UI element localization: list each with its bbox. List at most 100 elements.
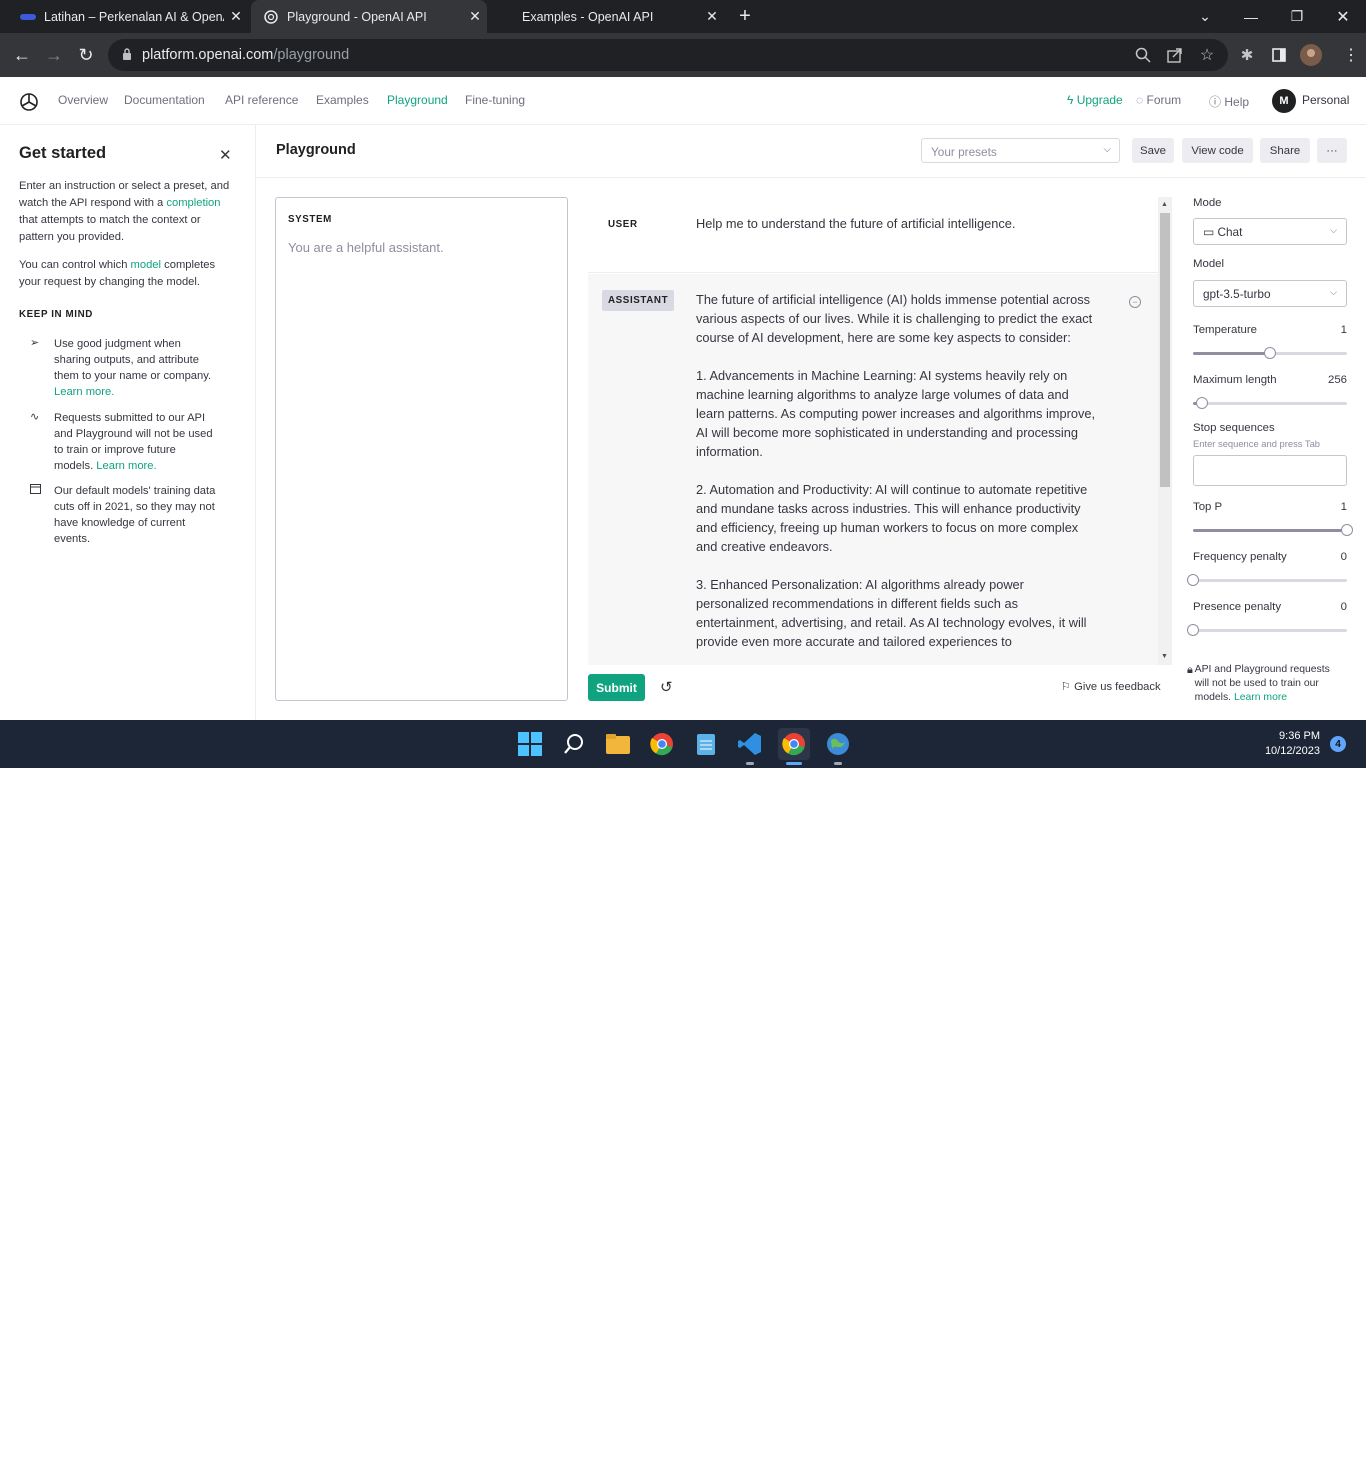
feedback-link[interactable]: ⚐ Give us feedback <box>1061 680 1161 693</box>
scroll-up-icon[interactable]: ▲ <box>1161 201 1168 208</box>
wifi-icon[interactable] <box>1181 1455 1197 1470</box>
new-tab-icon[interactable]: + <box>725 0 765 33</box>
bookmark-star-icon[interactable]: ☆ <box>1192 39 1222 71</box>
user-role-label[interactable]: USER <box>602 214 644 235</box>
start-windows-icon[interactable] <box>514 728 546 760</box>
mode-select[interactable]: ▭ Chat ⌵ <box>1193 218 1347 245</box>
help-link[interactable]: ⓘ Help <box>1209 93 1249 110</box>
scrollbar-thumb[interactable] <box>1160 213 1170 487</box>
submit-button[interactable]: Submit <box>588 674 645 701</box>
assistant-paragraph: The future of artificial intelligence (A… <box>696 292 1093 345</box>
stop-sequences-label: Stop sequences <box>1193 422 1275 434</box>
chrome-icon[interactable] <box>646 728 678 760</box>
vscode-icon[interactable] <box>734 728 766 760</box>
presence-penalty-slider[interactable] <box>1187 624 1347 636</box>
openai-logo-icon[interactable] <box>18 91 40 113</box>
nav-documentation[interactable]: Documentation <box>124 93 205 107</box>
openai-favicon-icon <box>263 9 279 25</box>
globe-app-icon[interactable] <box>822 728 854 760</box>
temperature-label: Temperature <box>1193 324 1257 336</box>
battery-icon[interactable] <box>1228 1455 1246 1470</box>
running-indicator <box>746 762 754 765</box>
forum-link[interactable]: ◌ Forum <box>1136 93 1181 107</box>
slider-handle[interactable] <box>1341 524 1353 536</box>
stop-sequences-input[interactable] <box>1193 455 1347 486</box>
max-length-value[interactable]: 256 <box>1328 374 1347 386</box>
model-link[interactable]: model <box>131 259 161 271</box>
slider-handle[interactable] <box>1264 347 1276 359</box>
learn-more-link[interactable]: Learn more. <box>96 460 156 472</box>
user-message-text[interactable]: Help me to understand the future of arti… <box>696 214 1136 233</box>
nav-playground[interactable]: Playground <box>387 93 448 107</box>
model-note-text: You can control which <box>19 259 131 271</box>
extensions-icon[interactable]: ✱ <box>1232 39 1262 71</box>
assistant-role-label[interactable]: ASSISTANT <box>602 290 675 311</box>
nav-overview[interactable]: Overview <box>58 93 108 107</box>
assistant-message-text[interactable]: The future of artificial intelligence (A… <box>696 290 1096 651</box>
search-icon[interactable] <box>558 728 590 760</box>
notepad-icon[interactable] <box>690 728 722 760</box>
browser-menu-icon[interactable]: ⋮ <box>1336 39 1366 71</box>
zoom-icon[interactable] <box>1128 39 1158 71</box>
account-name[interactable]: Personal <box>1302 93 1349 107</box>
completion-link[interactable]: completion <box>166 197 220 209</box>
restore-icon[interactable]: ❐ <box>1274 0 1320 33</box>
minimize-icon[interactable]: — <box>1228 0 1274 33</box>
presets-select[interactable]: Your presets ⌵ <box>921 138 1120 163</box>
model-value: gpt-3.5-turbo <box>1203 287 1271 301</box>
tray-chevron-up-icon[interactable]: ︿ <box>1154 1455 1167 1474</box>
user-message-row[interactable]: USER Help me to understand the future of… <box>588 197 1158 273</box>
privacy-learn-more-link[interactable]: Learn more <box>1234 692 1287 703</box>
slider-fill <box>1193 352 1270 355</box>
system-message-box[interactable]: SYSTEM You are a helpful assistant. <box>275 197 568 701</box>
account-avatar[interactable]: M <box>1272 89 1296 113</box>
side-panel-icon[interactable] <box>1264 39 1294 71</box>
chevron-down-icon: ⌵ <box>1330 287 1337 297</box>
close-tab-icon[interactable]: ✕ <box>463 8 487 25</box>
share-page-icon[interactable] <box>1160 39 1190 71</box>
slider-handle[interactable] <box>1187 574 1199 586</box>
remove-message-icon[interactable]: − <box>1129 296 1141 308</box>
top-p-slider[interactable] <box>1193 524 1353 536</box>
taskbar-clock[interactable]: 9:36 PM 10/12/2023 <box>1256 729 1320 759</box>
assistant-message-row[interactable]: ASSISTANT − The future of artificial int… <box>588 274 1158 665</box>
max-length-slider[interactable] <box>1193 397 1347 409</box>
scroll-down-icon[interactable]: ▼ <box>1161 653 1168 660</box>
help-circle-icon: ⓘ <box>1209 95 1222 109</box>
tab-latihan[interactable]: Latihan – Perkenalan AI & OpenAI ✕ <box>8 0 248 33</box>
omnibox[interactable]: platform.openai.com/playground <box>108 39 1228 71</box>
forward-icon[interactable]: → <box>38 33 70 77</box>
learn-more-link[interactable]: Learn more. <box>54 386 114 398</box>
volume-icon[interactable]: 🔈︎ <box>1204 1455 1212 1471</box>
nav-fine-tuning[interactable]: Fine-tuning <box>465 93 525 107</box>
slider-handle[interactable] <box>1196 397 1209 409</box>
tab-playground[interactable]: Playground - OpenAI API ✕ <box>251 0 487 33</box>
nav-examples[interactable]: Examples <box>316 93 369 107</box>
frequency-penalty-value[interactable]: 0 <box>1341 551 1347 563</box>
close-sidebar-icon[interactable]: ✕ <box>219 146 232 164</box>
back-icon[interactable]: ← <box>6 33 38 77</box>
save-button[interactable]: Save <box>1132 138 1174 163</box>
chrome-profile-icon[interactable] <box>778 728 810 760</box>
send-icon: ➢ <box>30 337 40 349</box>
temperature-value[interactable]: 1 <box>1341 324 1347 336</box>
temperature-slider[interactable] <box>1193 347 1347 359</box>
notification-badge[interactable]: 4 <box>1330 736 1346 752</box>
slider-handle[interactable] <box>1187 624 1199 636</box>
tab-examples[interactable]: Examples - OpenAI API ✕ <box>510 0 724 33</box>
presence-penalty-value[interactable]: 0 <box>1341 601 1347 613</box>
nav-api-reference[interactable]: API reference <box>225 93 298 107</box>
conversation-scrollbar[interactable]: ▲ ▼ <box>1158 197 1172 665</box>
model-select[interactable]: gpt-3.5-turbo ⌵ <box>1193 280 1347 307</box>
frequency-penalty-slider[interactable] <box>1187 574 1347 586</box>
upgrade-link[interactable]: ϟ Upgrade <box>1067 93 1123 107</box>
profile-avatar-icon[interactable] <box>1296 39 1326 71</box>
tab-search-chevron-icon[interactable]: ⌄ <box>1182 0 1228 33</box>
close-tab-icon[interactable]: ✕ <box>700 8 724 25</box>
file-explorer-icon[interactable] <box>602 728 634 760</box>
reload-icon[interactable]: ↻ <box>70 33 102 77</box>
top-p-value[interactable]: 1 <box>1341 501 1347 513</box>
close-window-icon[interactable]: ✕ <box>1320 0 1366 33</box>
close-tab-icon[interactable]: ✕ <box>224 8 248 25</box>
history-icon[interactable]: ↺ <box>660 678 673 696</box>
